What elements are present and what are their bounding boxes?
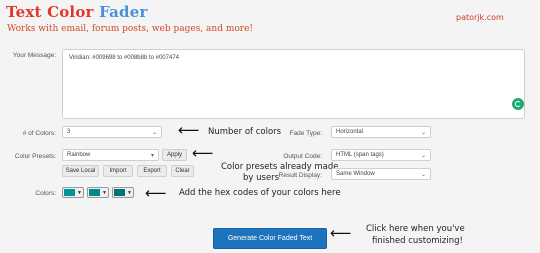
grammarly-icon[interactable] — [512, 98, 524, 110]
site-link[interactable]: patorjk.com — [456, 13, 504, 22]
chevron-down-icon: ⌄ — [420, 152, 426, 159]
fade-type-label: Fade Type: — [289, 130, 322, 137]
output-code-value: HTML (span tags) — [336, 152, 384, 158]
chevron-down-icon: ⌄ — [151, 129, 157, 136]
presets-value: Rainbow — [67, 152, 91, 158]
message-textarea[interactable]: Viridian: #009698 to #008b8b to #007474 — [62, 49, 525, 119]
brand-title: Text Color Fader — [6, 3, 148, 21]
color-swatch-fill — [64, 189, 76, 196]
left-arrow-icon: ⟵ — [178, 121, 200, 139]
left-arrow-icon: ⟵ — [192, 144, 214, 162]
result-display-value: Same Window — [336, 171, 375, 177]
color-swatch-3[interactable]: ▼ — [112, 187, 134, 198]
num-colors-select[interactable]: 3 ⌄ — [62, 126, 162, 138]
annotation-colors: Add the hex codes of your colors here — [179, 188, 341, 198]
result-display-label: Result Display: — [278, 172, 322, 179]
brand-subtitle: Works with email, forum posts, web pages… — [7, 24, 254, 34]
color-swatch-2[interactable]: ▼ — [87, 187, 109, 198]
annotation-generate-line1: Click here when you've — [366, 224, 465, 234]
import-button[interactable]: Import — [103, 165, 133, 177]
chevron-down-icon: ▼ — [102, 189, 107, 196]
export-button[interactable]: Export — [137, 165, 167, 177]
message-label: Your Message: — [12, 52, 56, 59]
chevron-down-icon: ⌄ — [420, 129, 426, 136]
num-colors-value: 3 — [67, 129, 71, 135]
result-display-select[interactable]: Same Window ⌄ — [331, 168, 431, 180]
color-swatch-fill — [114, 189, 126, 196]
output-code-label: Output Code: — [283, 153, 322, 160]
left-arrow-icon: ⟵ — [330, 224, 352, 242]
generate-button[interactable]: Generate Color Faded Text — [213, 228, 327, 249]
fade-type-value: Horizontal — [336, 129, 364, 135]
clear-button[interactable]: Clear — [171, 165, 194, 177]
num-colors-label: # of Colors: — [22, 130, 56, 137]
brand-title-part1: Text Color — [6, 3, 94, 21]
annotation-presets-line1: Color presets already made — [221, 162, 339, 172]
chevron-down-icon: ⌄ — [420, 171, 426, 178]
presets-select[interactable]: Rainbow ▾ — [62, 149, 159, 161]
color-swatch-1[interactable]: ▼ — [62, 187, 84, 198]
chevron-down-icon: ▼ — [77, 189, 82, 196]
annotation-generate-line2: finished customizing! — [372, 236, 463, 246]
brand-title-part2: Fader — [99, 3, 148, 21]
left-arrow-icon: ⟵ — [145, 184, 167, 202]
save-local-button[interactable]: Save Local — [62, 165, 99, 177]
colors-label: Colors: — [35, 190, 56, 197]
chevron-down-icon: ▾ — [150, 152, 154, 159]
apply-button[interactable]: Apply — [162, 149, 187, 161]
color-swatch-fill — [89, 189, 101, 196]
fade-type-select[interactable]: Horizontal ⌄ — [331, 126, 431, 138]
presets-label: Color Presets: — [14, 153, 56, 160]
chevron-down-icon: ▼ — [127, 189, 132, 196]
output-code-select[interactable]: HTML (span tags) ⌄ — [331, 149, 431, 161]
